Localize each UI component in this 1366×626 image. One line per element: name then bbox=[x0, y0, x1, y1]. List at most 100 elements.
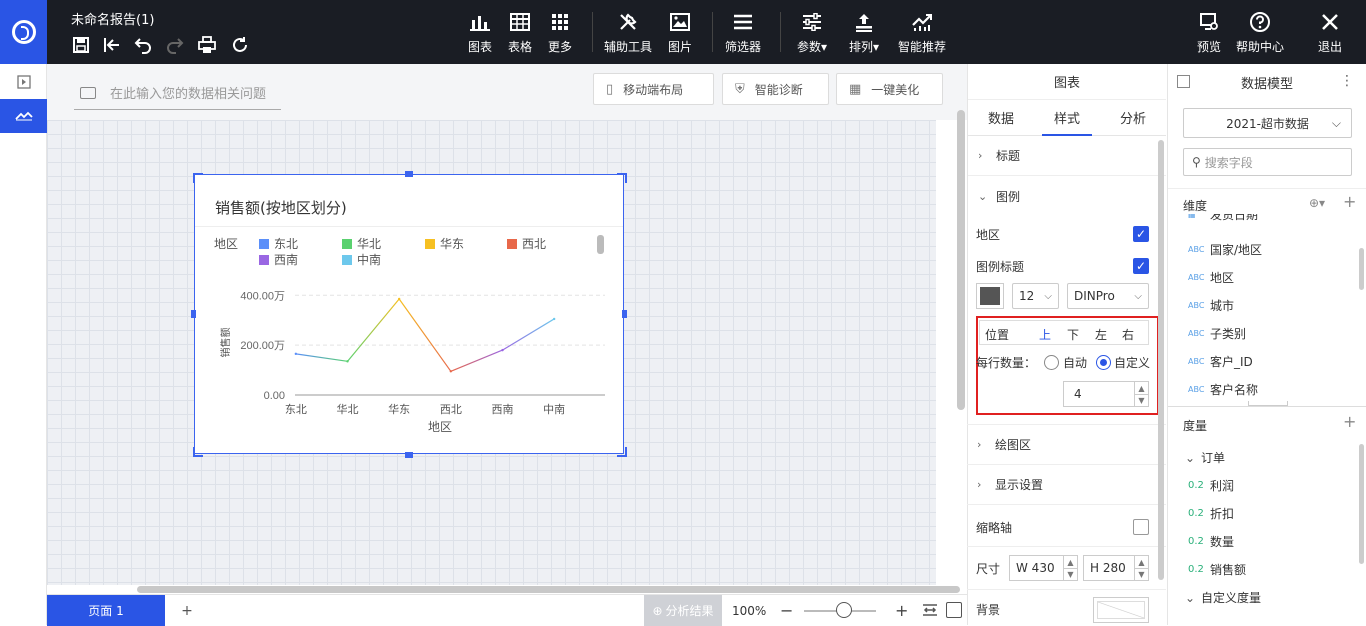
canvas-vertical-scrollbar[interactable] bbox=[957, 110, 965, 410]
page-tab[interactable]: 页面 1 bbox=[47, 595, 165, 626]
font-family-select[interactable]: DINPro ⌵ bbox=[1067, 283, 1149, 309]
height-input[interactable]: H 280 ▲ ▼ bbox=[1083, 555, 1149, 581]
field-search-input[interactable]: ⚲ 搜索字段 bbox=[1183, 148, 1352, 176]
field-item[interactable]: 0.2 数量 bbox=[1188, 533, 1234, 550]
globe-icon[interactable]: ⊕▾ bbox=[1309, 196, 1325, 210]
position-top[interactable]: 上 bbox=[1039, 326, 1051, 343]
expand-panel-icon[interactable] bbox=[0, 65, 47, 99]
legend-item[interactable]: 东北 bbox=[259, 235, 298, 252]
tab-style[interactable]: 样式 bbox=[1034, 100, 1100, 136]
tab-data[interactable]: 数据 bbox=[968, 100, 1034, 135]
resize-handle[interactable] bbox=[617, 447, 627, 457]
resize-handle[interactable] bbox=[193, 173, 203, 183]
image-button[interactable]: 图片 bbox=[654, 10, 706, 55]
decrement-icon[interactable]: ▼ bbox=[1134, 394, 1148, 407]
legend-region-checkbox[interactable]: ✓ bbox=[1133, 226, 1149, 242]
query-input[interactable]: 在此输入您的数据相关问题 bbox=[74, 76, 281, 110]
field-item[interactable]: ABC 客户_ID bbox=[1188, 353, 1253, 370]
redo-icon[interactable] bbox=[164, 34, 186, 56]
analysis-result-button[interactable]: ⊕ 分析结果 bbox=[644, 595, 722, 626]
exit-button[interactable]: 退出 bbox=[1304, 10, 1356, 55]
zoom-slider-handle[interactable] bbox=[836, 602, 852, 618]
legend-title-checkbox[interactable]: ✓ bbox=[1133, 258, 1149, 274]
params-button[interactable]: 参数▾ bbox=[786, 10, 838, 55]
assist-tools-button[interactable]: 辅助工具 bbox=[602, 10, 654, 55]
legend-region-label: 地区 bbox=[976, 228, 1001, 242]
canvas-horizontal-scrollbar[interactable] bbox=[137, 586, 960, 593]
mobile-layout-button[interactable]: ▯ 移动端布局 bbox=[593, 73, 714, 105]
auto-radio[interactable] bbox=[1044, 355, 1059, 370]
resize-handle[interactable] bbox=[405, 452, 413, 458]
decrement-icon[interactable]: ▼ bbox=[1134, 568, 1148, 581]
field-item[interactable]: ABC 城市 bbox=[1188, 297, 1234, 314]
legend-item[interactable]: 中南 bbox=[342, 251, 381, 268]
custom-measure-group[interactable]: ⌄ 自定义度量 bbox=[1185, 589, 1261, 606]
help-center-button[interactable]: 帮助中心 bbox=[1234, 10, 1286, 55]
app-logo[interactable] bbox=[0, 0, 47, 64]
properties-scrollbar[interactable] bbox=[1158, 140, 1164, 580]
smart-diagnose-button[interactable]: ⛨ 智能诊断 bbox=[722, 73, 829, 105]
smart-recommend-button[interactable]: 智能推荐 bbox=[896, 10, 948, 55]
resize-handle[interactable] bbox=[405, 171, 413, 177]
preview-button[interactable]: 预览 bbox=[1183, 10, 1235, 55]
filter-button[interactable]: 筛选器 bbox=[717, 10, 769, 55]
legend-item[interactable]: 西南 bbox=[259, 251, 298, 268]
undo-icon[interactable] bbox=[132, 34, 154, 56]
add-page-button[interactable]: + bbox=[177, 595, 197, 626]
collapse-panel-icon[interactable] bbox=[1177, 75, 1190, 88]
field-item[interactable]: ABC 国家/地区 bbox=[1188, 241, 1262, 258]
save-icon[interactable] bbox=[70, 34, 92, 56]
chart-widget[interactable]: 销售额(按地区划分) 地区 东北 华北 华东 西北 西南 中南 0.00 200.… bbox=[194, 174, 624, 454]
more-button[interactable]: 更多 bbox=[534, 10, 586, 55]
position-bottom[interactable]: 下 bbox=[1067, 326, 1079, 343]
per-row-input[interactable]: 4 ▲ ▼ bbox=[1063, 381, 1149, 407]
field-item[interactable]: 0.2 利润 bbox=[1188, 477, 1234, 494]
zoom-out-button[interactable]: − bbox=[780, 595, 793, 626]
position-left[interactable]: 左 bbox=[1095, 326, 1107, 343]
custom-radio[interactable] bbox=[1096, 355, 1111, 370]
resize-handle[interactable] bbox=[622, 310, 627, 318]
report-title[interactable]: 未命名报告(1) bbox=[71, 9, 154, 28]
legend-item[interactable]: 华北 bbox=[342, 235, 381, 252]
field-item[interactable]: ABC 子类别 bbox=[1188, 325, 1246, 342]
resize-handle[interactable] bbox=[617, 173, 627, 183]
background-color-picker[interactable] bbox=[1093, 597, 1149, 623]
legend-item[interactable]: 华东 bbox=[425, 235, 464, 252]
measure-group[interactable]: ⌄ 订单 bbox=[1185, 449, 1225, 466]
section-legend[interactable]: ⌄ 图例 bbox=[968, 176, 1166, 216]
field-item[interactable]: ABC 客户名称 bbox=[1188, 381, 1258, 398]
fullscreen-icon[interactable] bbox=[946, 602, 962, 618]
section-title[interactable]: › 标题 bbox=[968, 136, 1166, 176]
legend-item[interactable]: 西北 bbox=[507, 235, 546, 252]
field-item[interactable]: 0.2 销售额 bbox=[1188, 561, 1246, 578]
add-dimension-icon[interactable]: + bbox=[1343, 192, 1356, 211]
measure-scrollbar[interactable] bbox=[1359, 444, 1364, 564]
print-icon[interactable] bbox=[196, 34, 218, 56]
width-input[interactable]: W 430 ▲ ▼ bbox=[1009, 555, 1078, 581]
field-item[interactable]: ▦ 发货日期 bbox=[1188, 214, 1258, 223]
beautify-button[interactable]: ▦ 一键美化 bbox=[836, 73, 943, 105]
add-measure-icon[interactable]: + bbox=[1343, 412, 1356, 431]
refresh-icon[interactable] bbox=[229, 34, 251, 56]
section-display[interactable]: › 显示设置 bbox=[967, 465, 1166, 505]
more-vertical-icon[interactable]: ⋮ bbox=[1340, 73, 1354, 89]
axis-thumbnail-checkbox[interactable] bbox=[1133, 519, 1149, 535]
tab-analysis[interactable]: 分析 bbox=[1100, 100, 1166, 135]
legend-scrollbar[interactable] bbox=[597, 235, 604, 254]
resize-handle[interactable] bbox=[191, 310, 196, 318]
zoom-in-button[interactable]: + bbox=[895, 595, 908, 626]
decrement-icon[interactable]: ▼ bbox=[1063, 568, 1077, 581]
analysis-nav-icon[interactable] bbox=[0, 99, 47, 133]
dimension-scrollbar[interactable] bbox=[1359, 248, 1364, 290]
field-item[interactable]: 0.2 折扣 bbox=[1188, 505, 1234, 522]
fit-width-icon[interactable] bbox=[922, 602, 938, 618]
position-right[interactable]: 右 bbox=[1122, 326, 1134, 343]
arrange-button[interactable]: 排列▾ bbox=[838, 10, 890, 55]
section-plot-area[interactable]: › 绘图区 bbox=[967, 425, 1166, 465]
resize-handle[interactable] bbox=[193, 447, 203, 457]
field-item[interactable]: ABC 地区 bbox=[1188, 269, 1234, 286]
font-size-select[interactable]: 12 ⌵ bbox=[1012, 283, 1059, 309]
dataset-select[interactable]: 2021-超市数据 ⌵ bbox=[1183, 108, 1352, 138]
back-icon[interactable] bbox=[101, 34, 123, 56]
font-color-picker[interactable] bbox=[976, 283, 1004, 309]
